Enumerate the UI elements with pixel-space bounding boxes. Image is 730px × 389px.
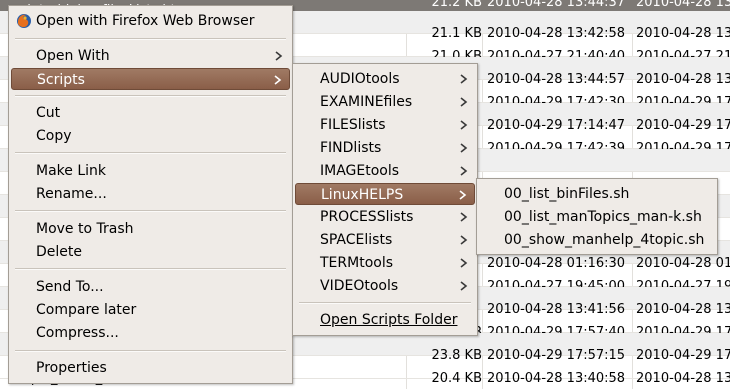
menu-item-label: SPACElists [320, 232, 393, 248]
menu-item-label: Cut [36, 105, 61, 121]
menu-item-send-to[interactable]: Send To... [11, 276, 290, 298]
menu-item-label: Delete [36, 244, 82, 260]
menu-item-label: Send To... [36, 279, 104, 295]
menu-item-label: AUDIOtools [320, 71, 400, 87]
menu-item-make-link[interactable]: Make Link [11, 160, 290, 182]
menu-separator [15, 95, 286, 97]
menu-separator [15, 350, 286, 352]
menu-item-properties[interactable]: Properties [11, 357, 290, 379]
menu-item-label: TERMtools [320, 255, 394, 271]
menu-item-label: Open Scripts Folder [320, 312, 458, 328]
menu-item-label: FILESlists [320, 117, 386, 133]
table-cell: 2010-04-28 13:44 [636, 0, 730, 10]
scripts-item-videotools[interactable]: VIDEOtools [295, 275, 475, 297]
chevron-right-icon [459, 114, 469, 136]
menu-item-label: Move to Trash [36, 221, 134, 237]
menu-item-cut[interactable]: Cut [11, 102, 290, 124]
scripts-item-fileslists[interactable]: FILESlists [295, 114, 475, 136]
menu-item-open-firefox[interactable]: Open with Firefox Web Browser [11, 10, 290, 32]
table-cell: 2010-04-28 13 [636, 371, 730, 386]
menu-item-open-scripts-folder[interactable]: Open Scripts Folder [295, 309, 475, 331]
table-cell: 2010-04-28 13:44:37 [487, 0, 626, 10]
scripts-submenu: AUDIOtools EXAMINEfiles FILESlists FINDlist… [292, 63, 478, 336]
menu-item-label: Make Link [36, 163, 106, 179]
menu-separator [15, 152, 286, 154]
menu-item-compress[interactable]: Compress... [11, 322, 290, 344]
chevron-right-icon [459, 137, 469, 159]
menu-item-label: 00_list_binFiles.sh [504, 186, 630, 202]
menu-item-label: Copy [36, 128, 72, 144]
menu-separator [15, 268, 286, 270]
scripts-item-processlists[interactable]: PROCESSlists [295, 206, 475, 228]
menu-item-label: Properties [36, 360, 107, 376]
menu-item-copy[interactable]: Copy [11, 125, 290, 147]
menu-item-label: Compress... [36, 325, 119, 341]
menu-item-delete[interactable]: Delete [11, 241, 290, 263]
scripts-item-termtools[interactable]: TERMtools [295, 252, 475, 274]
chevron-right-icon [459, 275, 469, 297]
scripts-item-audiotools[interactable]: AUDIOtools [295, 68, 475, 90]
chevron-right-icon [459, 160, 469, 182]
menu-item-label: Compare later [36, 302, 137, 318]
table-cell: 20.4 KB [431, 371, 482, 386]
menu-item-label: 00_show_manhelp_4topic.sh [504, 232, 705, 248]
scripts-item-linuxhelps[interactable]: LinuxHELPS [295, 183, 475, 205]
menu-item-scripts[interactable]: Scripts [11, 68, 290, 90]
context-menu: Open with Firefox Web Browser Open With … [8, 5, 293, 384]
menu-item-compare-later[interactable]: Compare later [11, 299, 290, 321]
menu-separator [15, 210, 286, 212]
chevron-right-icon [459, 252, 469, 274]
menu-item-label: FINDlists [320, 140, 382, 156]
chevron-right-icon [459, 68, 469, 90]
menu-item-move-to-trash[interactable]: Move to Trash [11, 218, 290, 240]
menu-item-label: EXAMINEfiles [320, 94, 413, 110]
menu-item-rename[interactable]: Rename... [11, 183, 290, 205]
chevron-right-icon [459, 206, 469, 228]
scripts-item-examinefiles[interactable]: EXAMINEfiles [295, 91, 475, 113]
menu-item-label: Rename... [36, 186, 107, 202]
menu-item-label: VIDEOtools [320, 278, 399, 294]
chevron-right-icon [273, 69, 283, 91]
scripts-item-spacelists[interactable]: SPACElists [295, 229, 475, 251]
scripts-item-findlists[interactable]: FINDlists [295, 137, 475, 159]
menu-item-label: Open With [36, 48, 110, 64]
linuxhelps-item[interactable]: 00_list_binFiles.sh [479, 183, 715, 205]
linuxhelps-submenu: 00_list_binFiles.sh 00_list_manTopics_man… [476, 178, 718, 255]
chevron-right-icon [459, 229, 469, 251]
menu-item-label: Scripts [37, 72, 85, 88]
chevron-right-icon [459, 91, 469, 113]
table-cell: 2010-04-28 13:40:58 [487, 371, 626, 386]
menu-item-label: 00_list_manTopics_man-k.sh [504, 209, 702, 225]
chevron-right-icon [274, 45, 284, 67]
menu-separator [299, 302, 471, 304]
linuxhelps-item[interactable]: 00_list_manTopics_man-k.sh [479, 206, 715, 228]
scripts-item-imagetools[interactable]: IMAGEtools [295, 160, 475, 182]
chevron-right-icon [458, 184, 468, 206]
menu-item-label: LinuxHELPS [321, 187, 404, 203]
menu-item-label: Open with Firefox Web Browser [36, 13, 255, 29]
table-cell: 21.2 KB [431, 0, 482, 10]
menu-item-label: PROCESSlists [320, 209, 414, 225]
linuxhelps-item[interactable]: 00_show_manhelp_4topic.sh [479, 229, 715, 251]
menu-separator [15, 38, 286, 40]
menu-item-label: IMAGEtools [320, 163, 400, 179]
menu-item-open-with[interactable]: Open With [11, 45, 290, 67]
firefox-icon [17, 14, 31, 28]
